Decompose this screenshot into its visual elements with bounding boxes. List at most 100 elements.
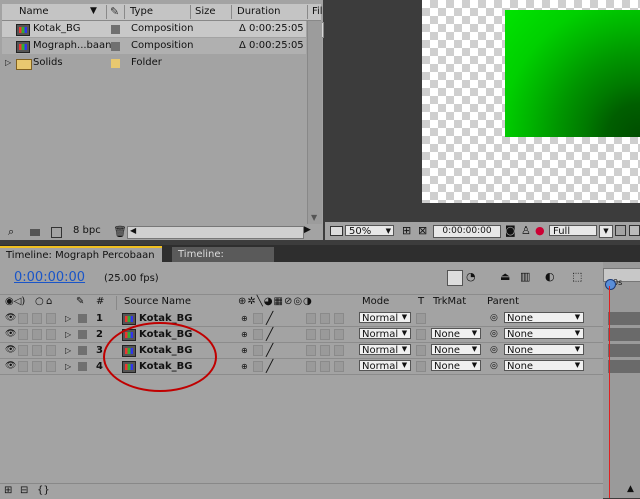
label-color-swatch[interactable] (111, 42, 120, 51)
quality-switch[interactable] (253, 345, 263, 356)
motion-blur-switch[interactable] (320, 345, 330, 356)
eye-icon[interactable]: 👁 (5, 359, 16, 374)
lock-toggle[interactable] (46, 345, 56, 356)
parent-dropdown[interactable]: None ▼ (504, 312, 584, 324)
layer-duration-bar[interactable] (608, 328, 640, 341)
lock-toggle[interactable] (46, 329, 56, 340)
col-mode-header[interactable]: Mode (362, 296, 389, 307)
quality-switch[interactable] (253, 313, 263, 324)
pickwhip-icon[interactable]: ◎ (490, 359, 498, 374)
solo-toggle[interactable] (32, 361, 42, 372)
layer-row[interactable]: 👁 ▷ 1 Kotak_BG ⊕ ╱ Normal ▼ ◎ None ▼ (0, 311, 603, 327)
layer-row[interactable]: 👁 ▷ 2 Kotak_BG ⊕ ╱ Normal ▼ None ▼ ◎ None ▼ (0, 327, 603, 343)
expand-pane-icon[interactable]: {} (37, 485, 50, 496)
av-features-icon[interactable]: ◉◁) (5, 296, 25, 307)
toggle-modes-icon[interactable]: ⊟ (20, 485, 28, 496)
motion-blur-switch[interactable] (320, 329, 330, 340)
col-trkmat-header[interactable]: TrkMat (433, 296, 466, 307)
label-color-swatch[interactable] (111, 59, 120, 68)
trkmat-dropdown[interactable]: None ▼ (431, 344, 481, 356)
draft-3d-icon[interactable]: ⏏ (500, 270, 510, 283)
quality-line-icon[interactable]: ╱ (266, 343, 273, 358)
col-duration-header[interactable]: Duration (237, 5, 280, 19)
expand-triangle-icon[interactable]: ▷ (5, 55, 11, 71)
pickwhip-icon[interactable]: ◎ (490, 327, 498, 342)
tab-kotak-bg[interactable]: Timeline: Kotak_BG (172, 247, 274, 275)
resolution-arrow-icon[interactable]: ▼ (599, 225, 613, 238)
label-color-swatch[interactable] (78, 346, 87, 355)
col-type-header[interactable]: Type (130, 5, 153, 19)
resolution-dropdown[interactable]: Full (549, 225, 597, 237)
motion-blur-switch[interactable] (320, 313, 330, 324)
layer-row[interactable]: 👁 ▷ 4 Kotak_BG ⊕ ╱ Normal ▼ None ▼ ◎ None ▼ (0, 359, 603, 375)
preserve-transparency-toggle[interactable] (416, 361, 426, 372)
viewer-timecode[interactable]: 0:00:00:00 (433, 225, 501, 238)
expand-triangle-icon[interactable]: ▷ (65, 327, 71, 342)
eye-icon[interactable]: 👁 (5, 343, 16, 358)
title-safe-icon[interactable]: ⊞ (402, 224, 411, 237)
motion-blur-icon[interactable]: ◐ (545, 270, 555, 283)
preserve-transparency-toggle[interactable] (416, 345, 426, 356)
frame-blending-icon[interactable]: ▥ (520, 270, 530, 283)
solo-icon[interactable]: ○ (35, 296, 44, 307)
new-comp-icon[interactable] (51, 227, 62, 238)
audio-toggle[interactable] (18, 361, 28, 372)
label-color-swatch[interactable] (78, 330, 87, 339)
effect-switch[interactable] (306, 313, 316, 324)
col-parent-header[interactable]: Parent (487, 296, 519, 307)
mode-dropdown[interactable]: Normal ▼ (359, 360, 411, 372)
project-item-solids[interactable]: ▷ Solids Folder (2, 55, 306, 71)
switches-icons[interactable]: ⊕✲╲◕▦⊘◎◑ (238, 296, 313, 307)
layer-duration-bar[interactable] (608, 360, 640, 373)
effect-switch[interactable] (306, 361, 316, 372)
scroll-right-icon[interactable]: ▶ (304, 225, 311, 235)
label-color-swatch[interactable] (111, 25, 120, 34)
bit-depth-label[interactable]: 8 bpc (73, 225, 101, 236)
3d-switch[interactable] (334, 345, 344, 356)
3d-switch[interactable] (334, 361, 344, 372)
current-time-display[interactable]: 0:00:00:00 (14, 270, 85, 285)
effect-switch[interactable] (306, 345, 316, 356)
lock-toggle[interactable] (46, 361, 56, 372)
parent-dropdown[interactable]: None ▼ (504, 360, 584, 372)
col-file-header[interactable]: Fil (312, 5, 323, 19)
show-snapshot-icon[interactable]: ♙ (521, 224, 531, 237)
timeline-track-area[interactable]: 0s ▲ (603, 262, 640, 498)
eye-icon[interactable]: 👁 (5, 327, 16, 342)
snapshot-icon[interactable]: ◙ (505, 224, 516, 237)
collapse-switch-icon[interactable]: ⊕ (241, 343, 248, 358)
label-icon[interactable]: ✎ (76, 296, 84, 307)
audio-toggle[interactable] (18, 329, 28, 340)
lock-icon[interactable]: ⌂ (46, 296, 52, 307)
layer-row[interactable]: 👁 ▷ 3 Kotak_BG ⊕ ╱ Normal ▼ None ▼ ◎ None ▼ (0, 343, 603, 359)
quality-line-icon[interactable]: ╱ (266, 311, 273, 326)
new-folder-icon[interactable] (30, 229, 40, 236)
col-number-header[interactable]: # (96, 296, 104, 307)
effect-switch[interactable] (306, 329, 316, 340)
quality-line-icon[interactable]: ╱ (266, 327, 273, 342)
color-channel-icon[interactable]: ● (535, 224, 545, 237)
audio-toggle[interactable] (18, 313, 28, 324)
pickwhip-icon[interactable]: ◎ (490, 311, 498, 326)
col-name-header[interactable]: Name (19, 5, 49, 19)
col-t-header[interactable]: T (418, 296, 424, 307)
trkmat-dropdown[interactable]: None ▼ (431, 328, 481, 340)
collapse-switch-icon[interactable]: ⊕ (241, 327, 248, 342)
col-source-name-header[interactable]: Source Name (124, 296, 191, 307)
3d-switch[interactable] (334, 313, 344, 324)
audio-toggle[interactable] (18, 345, 28, 356)
quality-switch[interactable] (253, 329, 263, 340)
preserve-transparency-toggle[interactable] (416, 329, 426, 340)
zoom-dropdown[interactable]: 50% ▼ (345, 225, 394, 237)
pickwhip-icon[interactable]: ◎ (490, 343, 498, 358)
solo-toggle[interactable] (32, 313, 42, 324)
lock-toggle[interactable] (46, 313, 56, 324)
motion-blur-switch[interactable] (320, 361, 330, 372)
zoom-out-icon[interactable]: ▲ (627, 484, 634, 494)
mode-dropdown[interactable]: Normal ▼ (359, 312, 411, 324)
project-item-mograph[interactable]: Mograph...baan Composition Δ 0:00:25:05 (2, 38, 306, 54)
region-of-interest-icon[interactable] (615, 225, 626, 236)
graph-editor-icon[interactable]: ⬚ (572, 270, 582, 283)
playhead-handle[interactable] (605, 279, 616, 290)
tab-mograph-percobaan[interactable]: Timeline: Mograph Percobaan × (0, 246, 162, 276)
